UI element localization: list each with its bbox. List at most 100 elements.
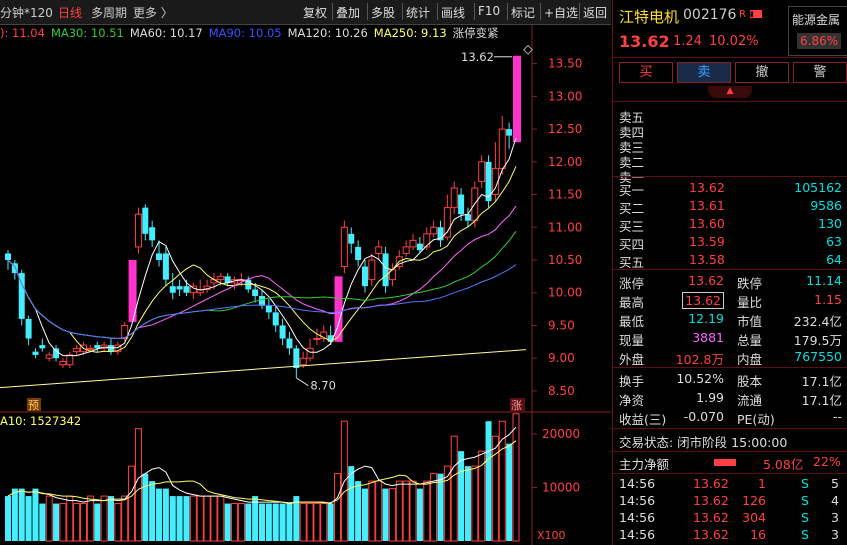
stat-label: 净资 [619,393,645,408]
ma-line [7,166,517,353]
volume-bar [272,503,279,541]
buy-level-row[interactable]: 买五 13.58 64 [613,252,847,270]
buy-level-price: 13.58 [689,252,725,267]
y-tick-label: 11.50 [548,188,582,202]
stat-value: 232.4亿 [793,314,842,329]
toolbar-divider [332,3,333,20]
stat-label: 股本 [737,374,763,389]
buy-level-row[interactable]: 买二 13.61 9586 [613,198,847,216]
volume-bar [25,496,32,541]
toolbar-divider [540,3,541,20]
period-daily-tab[interactable]: 日线 [58,4,82,21]
volume-bar [259,503,265,541]
volume-bar [80,503,88,542]
collapse-icon[interactable]: ▲ [708,86,752,98]
sector-name: 能源金属 [792,13,841,27]
volume-bar [491,435,499,542]
volume-bar [86,495,94,542]
tick-count: 5 [831,476,839,491]
volume-bar [162,488,169,541]
candle [506,122,513,149]
toolbar-button-2[interactable]: 多股 [371,4,395,21]
stat-value: 13.62 [682,292,724,309]
vol-tick-label: 10000 [542,481,580,495]
ma-legend-item: 涨停变紧 [452,26,499,40]
tick-volume: 126 [742,493,766,508]
toolbar-button-8[interactable]: 返回 [583,4,607,21]
candle [162,246,169,287]
trade-button-2[interactable]: 撤 [735,62,789,83]
toolbar-button-1[interactable]: 叠加 [336,4,360,21]
high-price-label: 13.62 [461,50,494,64]
tick-count: 3 [831,527,839,542]
toolbar-button-7[interactable]: +自选 [544,4,578,21]
ma-legend-item: MA60: 10.17 [129,26,203,40]
volume-bar [59,503,67,542]
tick-volume: 304 [742,510,766,525]
buy-level-volume: 130 [818,216,842,231]
volume-bar [217,495,225,542]
y-tick-label: 8.50 [548,384,575,398]
volume-bar [203,495,211,542]
multi-period-tab[interactable]: 多周期 [91,4,127,21]
candle [491,142,499,202]
volume-bar [149,481,156,541]
candlestick-chart[interactable]: 13.50 13.00 12.50 12.00 11.50 11.00 10.50 10.00… [0,24,611,545]
stat-value: 13.62 [688,273,724,288]
buy-level-row[interactable]: 买四 13.59 63 [613,234,847,252]
volume-bar [196,495,204,542]
ma-line [7,137,517,357]
volume-bar [361,488,368,541]
main-flow-bar [714,459,736,466]
stat-label: 最低 [619,314,645,329]
candle [348,227,355,254]
candle [320,325,328,342]
volume-bar [176,496,183,541]
stat-value: 102.8万 [675,352,724,367]
stat-value: 3881 [692,330,724,345]
ma-legend-item: MA250: 9.13 [373,26,447,40]
candle [231,276,239,290]
last-price: 13.62 [619,32,670,51]
volume-bar [402,480,410,542]
buy-level-row[interactable]: 买三 13.60 130 [613,216,847,234]
more-periods-menu[interactable]: 更多 〉 [133,4,173,21]
toolbar-divider [474,3,475,20]
trade-button-1[interactable]: 卖 [677,62,731,83]
tick-row: 14:56 13.62 1 S 5 [613,476,847,494]
candle [272,305,279,332]
period-minute-tab[interactable]: 分钟*120 [0,4,53,21]
volume-bar [395,480,403,542]
candle [450,181,458,215]
stat-value: 1.99 [696,390,724,405]
toolbar-button-4[interactable]: 画线 [441,4,465,21]
stat-label: 最高 [619,295,645,310]
toolbar-button-6[interactable]: 标记 [511,4,535,21]
volume-bar [156,488,163,541]
tick-volume: 1 [758,476,766,491]
stat-value: -- [832,409,842,424]
buy-level-volume: 105162 [794,180,842,195]
trade-button-3[interactable]: 警 [793,62,847,83]
buy-level-row[interactable]: 买一 13.62 105162 [613,180,847,198]
candle [279,318,286,346]
volume-bar [39,503,46,541]
trade-button-0[interactable]: 买 [619,62,673,83]
tick-row: 14:56 13.62 16 S 3 [613,527,847,545]
buy-level-price: 13.59 [689,234,725,249]
buy-level-price: 13.60 [689,216,725,231]
buy-level-label: 买四 [619,237,645,252]
stat-label: 跌停 [737,276,763,291]
volume-bar [114,503,122,542]
volume-bar [45,495,53,542]
main-flow-pct: 22% [813,454,841,469]
toolbar-button-3[interactable]: 统计 [406,4,430,21]
candle [25,315,32,346]
toolbar-button-0[interactable]: 复权 [303,4,327,21]
stat-value: -0.070 [683,409,724,424]
ma-legend-item: MA90: 10.05 [208,26,282,40]
tick-row: 14:56 13.62 126 S 4 [613,493,847,511]
toolbar-button-5[interactable]: F10 [478,4,500,18]
volume-bar [183,496,190,541]
volume-bar [279,503,286,541]
